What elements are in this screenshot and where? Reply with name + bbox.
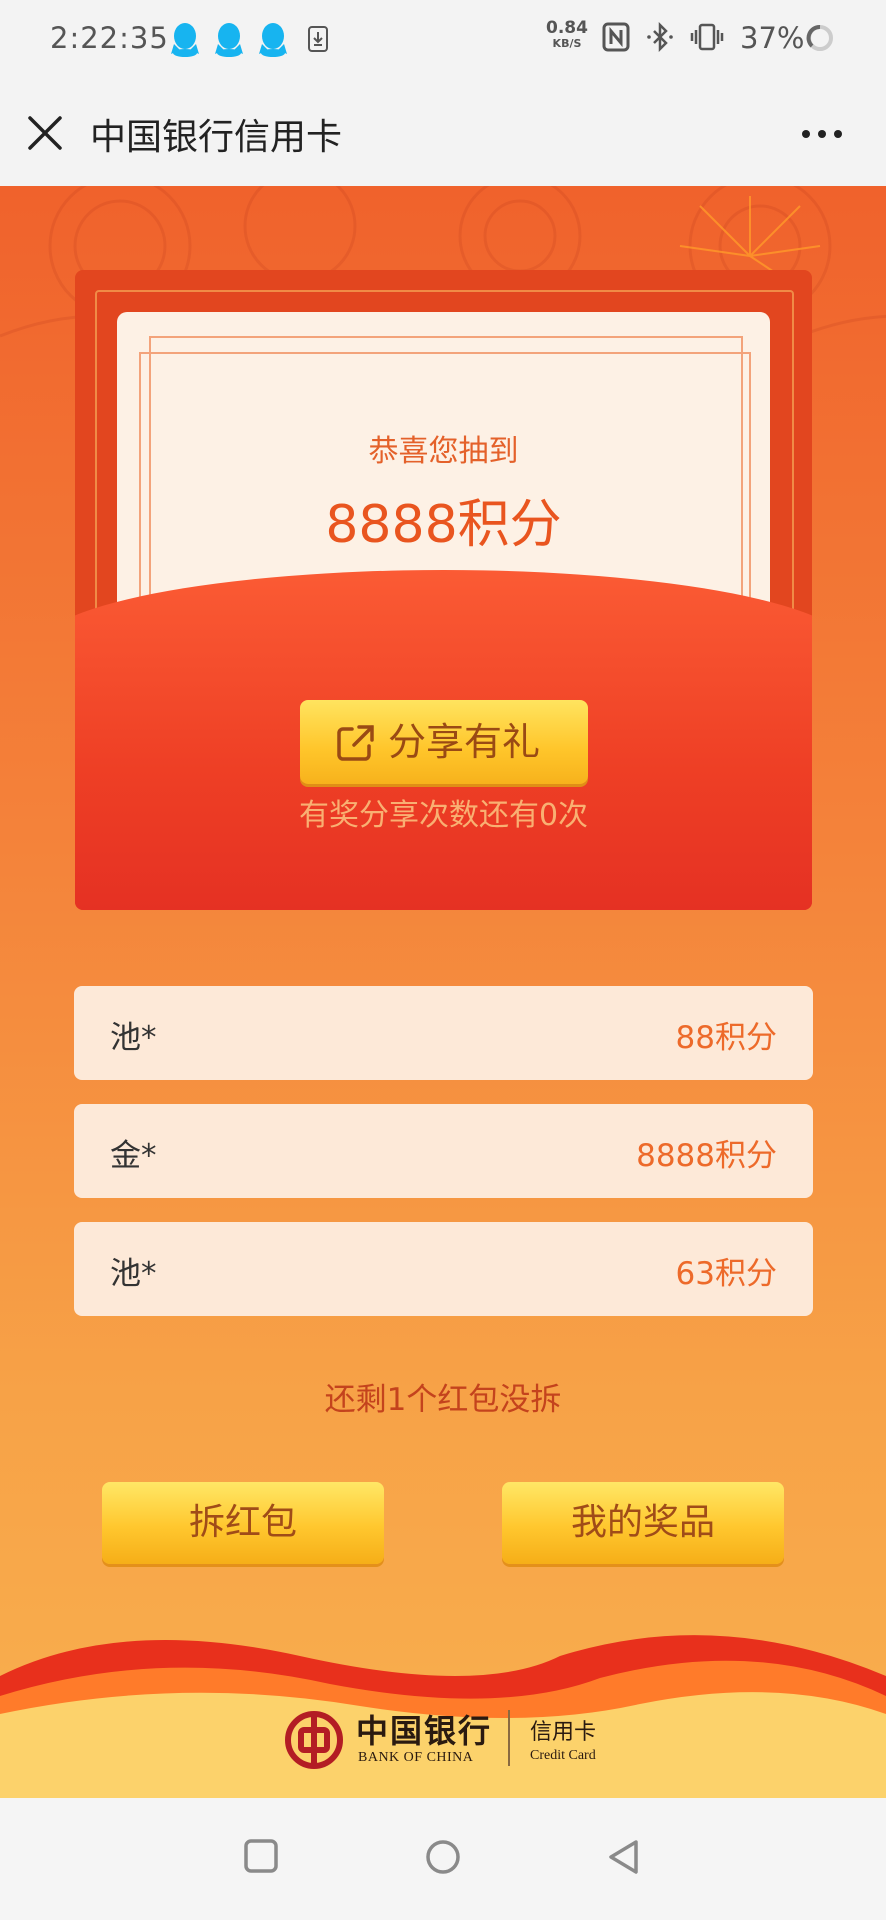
home-icon[interactable] (424, 1838, 462, 1876)
bank-of-china-emblem-icon (285, 1711, 343, 1769)
list-item: 池* 63积分 (74, 1222, 813, 1316)
winner-points: 8888积分 (636, 1138, 777, 1174)
share-count-note: 有奖分享次数还有0次 (298, 798, 589, 833)
qq-notification-icon (259, 23, 287, 57)
prize-amount: 8888积分 (325, 495, 562, 555)
winner-name: 池* (110, 1256, 157, 1292)
nfc-icon (602, 22, 630, 52)
open-envelope-button[interactable]: 拆红包 (102, 1482, 384, 1564)
winner-name: 池* (110, 1020, 157, 1056)
winner-points: 63积分 (675, 1256, 777, 1292)
share-button[interactable]: 分享有礼 (300, 700, 588, 784)
congrats-text: 恭喜您抽到 (368, 434, 519, 469)
battery-percent: 37% (740, 21, 805, 55)
logo-divider (508, 1710, 510, 1766)
bank-name-en: BANK OF CHINA (358, 1750, 474, 1765)
share-icon (337, 725, 374, 761)
list-item: 金* 8888积分 (74, 1104, 813, 1198)
more-options-icon[interactable] (800, 128, 844, 140)
qq-notification-icon (171, 23, 199, 57)
bluetooth-icon (647, 22, 673, 52)
recent-apps-icon[interactable] (243, 1838, 279, 1874)
status-bar: 2:22:35 0.84 KB/S 37% (0, 0, 886, 80)
main-content: 恭喜您抽到 8888积分 分享有礼 有奖分享次数还有0次 池* 88积分 金* … (0, 186, 886, 1798)
bank-logo: 中国银行 BANK OF CHINA 信用卡 Credit Card (280, 1706, 620, 1786)
vibrate-icon (690, 23, 724, 51)
share-button-label: 分享有礼 (388, 720, 541, 764)
my-prizes-button[interactable]: 我的奖品 (502, 1482, 784, 1564)
download-icon (308, 26, 328, 52)
credit-card-cn: 信用卡 (530, 1720, 597, 1745)
navigation-bar (0, 1798, 886, 1920)
close-icon[interactable] (26, 114, 64, 152)
credit-card-en: Credit Card (530, 1748, 596, 1763)
winner-points: 88积分 (675, 1020, 777, 1056)
title-bar: 中国银行信用卡 (0, 80, 886, 187)
network-speed: 0.84 KB/S (546, 18, 588, 51)
qq-notification-icon (215, 23, 243, 57)
winner-name: 金* (110, 1138, 157, 1174)
list-item: 池* 88积分 (74, 986, 813, 1080)
bank-name-cn: 中国银行 (356, 1712, 493, 1750)
red-envelope: 恭喜您抽到 8888积分 分享有礼 有奖分享次数还有0次 (75, 270, 812, 910)
network-speed-unit: KB/S (552, 37, 582, 50)
status-time: 2:22:35 (50, 21, 169, 55)
remaining-envelopes-text: 还剩1个红包没拆 (324, 1382, 562, 1418)
back-icon[interactable] (606, 1838, 642, 1876)
network-speed-value: 0.84 (546, 18, 588, 38)
battery-ring-icon (806, 25, 833, 51)
page-title: 中国银行信用卡 (90, 117, 343, 158)
